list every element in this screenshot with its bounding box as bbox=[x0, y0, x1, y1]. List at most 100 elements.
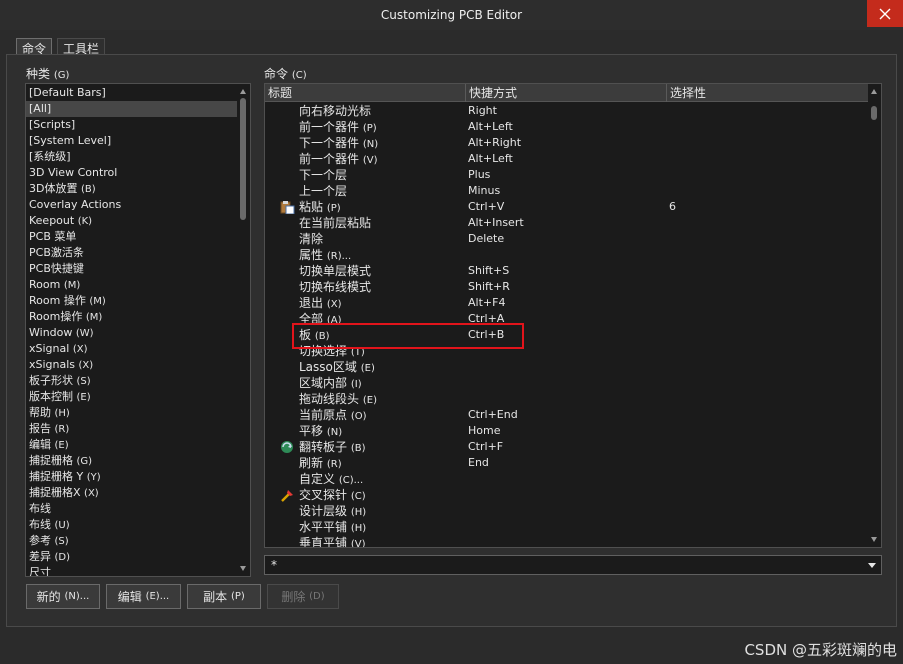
filter-value: * bbox=[271, 558, 277, 572]
command-row[interactable]: 上一个层 Minus bbox=[265, 183, 869, 199]
filter-combobox[interactable]: * bbox=[264, 555, 882, 575]
command-row[interactable]: 粘贴 (P) Ctrl+V 6 bbox=[265, 199, 869, 215]
category-item[interactable]: 差异 (D) bbox=[26, 549, 238, 565]
command-row[interactable]: 交叉探针 (C) bbox=[265, 487, 869, 503]
categories-label: 种类 (G) bbox=[26, 67, 70, 81]
category-item[interactable]: 3D View Control bbox=[26, 165, 238, 181]
category-item[interactable]: 捕捉栅格 Y (Y) bbox=[26, 469, 238, 485]
category-item[interactable]: 捕捉栅格X (X) bbox=[26, 485, 238, 501]
category-item[interactable]: 编辑 (E) bbox=[26, 437, 238, 453]
category-item[interactable]: [Scripts] bbox=[26, 117, 238, 133]
category-item[interactable]: PCB 菜单 bbox=[26, 229, 238, 245]
new-button[interactable]: 新的 (N)... bbox=[26, 584, 100, 609]
command-row[interactable]: 切换单层模式 Shift+S bbox=[265, 263, 869, 279]
column-header-title[interactable]: 标题 bbox=[265, 84, 466, 102]
scroll-down-icon[interactable] bbox=[871, 537, 877, 542]
category-item[interactable]: 捕捉栅格 (G) bbox=[26, 453, 238, 469]
scroll-up-icon[interactable] bbox=[871, 89, 877, 94]
command-row[interactable]: 下一个层 Plus bbox=[265, 167, 869, 183]
command-title: 垂直平铺 (V) bbox=[299, 536, 366, 548]
delete-button[interactable]: 删除 (D) bbox=[267, 584, 339, 609]
category-item[interactable]: 3D体放置 (B) bbox=[26, 181, 238, 197]
category-item[interactable]: Room (M) bbox=[26, 277, 238, 293]
command-row[interactable]: 下一个器件 (N) Alt+Right bbox=[265, 135, 869, 151]
command-row[interactable]: 清除 Delete bbox=[265, 231, 869, 247]
command-shortcut: Ctrl+End bbox=[468, 408, 518, 421]
command-row[interactable]: 垂直平铺 (V) bbox=[265, 535, 869, 548]
close-button[interactable] bbox=[867, 0, 903, 27]
scrollbar-thumb[interactable] bbox=[871, 106, 877, 120]
category-item[interactable]: [Default Bars] bbox=[26, 85, 238, 101]
category-item[interactable]: xSignal (X) bbox=[26, 341, 238, 357]
commands-grid[interactable]: 标题 快捷方式 选择性 向右移动光标 Right 前一个器件 (P) Alt+Lef… bbox=[264, 83, 882, 548]
command-row[interactable]: 前一个器件 (P) Alt+Left bbox=[265, 119, 869, 135]
category-item[interactable]: 参考 (S) bbox=[26, 533, 238, 549]
command-row[interactable]: 切换布线模式 Shift+R bbox=[265, 279, 869, 295]
category-item[interactable]: Room操作 (M) bbox=[26, 309, 238, 325]
categories-scrollbar[interactable] bbox=[237, 84, 250, 576]
command-shortcut: Alt+Insert bbox=[468, 216, 524, 229]
command-shortcut: Alt+Right bbox=[468, 136, 522, 149]
category-item[interactable]: 报告 (R) bbox=[26, 421, 238, 437]
category-item[interactable]: [System Level] bbox=[26, 133, 238, 149]
command-row[interactable]: 在当前层粘贴 Alt+Insert bbox=[265, 215, 869, 231]
command-row[interactable]: 向右移动光标 Right bbox=[265, 103, 869, 119]
watermark: CSDN @五彩斑斓的电 bbox=[744, 641, 897, 659]
category-item[interactable]: Room 操作 (M) bbox=[26, 293, 238, 309]
command-row[interactable]: 区域内部 (I) bbox=[265, 375, 869, 391]
category-item[interactable]: [系统级] bbox=[26, 149, 238, 165]
category-item[interactable]: Keepout (K) bbox=[26, 213, 238, 229]
chevron-down-icon[interactable] bbox=[868, 563, 876, 568]
command-row[interactable]: 自定义 (C)... bbox=[265, 471, 869, 487]
command-row[interactable]: 翻转板子 (B) Ctrl+F bbox=[265, 439, 869, 455]
category-item[interactable]: 板子形状 (S) bbox=[26, 373, 238, 389]
cross-probe-icon bbox=[280, 488, 295, 502]
command-row[interactable]: 属性 (R)... bbox=[265, 247, 869, 263]
category-item[interactable]: 帮助 (H) bbox=[26, 405, 238, 421]
command-shortcut: Shift+R bbox=[468, 280, 510, 293]
command-row[interactable]: 刷新 (R) End bbox=[265, 455, 869, 471]
column-header-shortcut[interactable]: 快捷方式 bbox=[466, 84, 667, 102]
column-header-selectivity[interactable]: 选择性 bbox=[667, 84, 869, 102]
command-row[interactable]: Lasso区域 (E) bbox=[265, 359, 869, 375]
window-title: Customizing PCB Editor bbox=[380, 8, 523, 22]
command-row[interactable]: 拖动线段头 (E) bbox=[265, 391, 869, 407]
categories-list[interactable]: [Default Bars] [All] [Scripts] [System L… bbox=[25, 83, 251, 577]
category-item[interactable]: 布线 bbox=[26, 501, 238, 517]
command-shortcut: Ctrl+F bbox=[468, 440, 504, 453]
command-row[interactable]: 水平平铺 (H) bbox=[265, 519, 869, 535]
command-row[interactable]: 平移 (N) Home bbox=[265, 423, 869, 439]
command-shortcut: Alt+Left bbox=[468, 120, 513, 133]
close-icon bbox=[879, 8, 891, 19]
copy-button[interactable]: 副本 (P) bbox=[187, 584, 261, 609]
scroll-down-icon[interactable] bbox=[240, 566, 246, 571]
command-shortcut: End bbox=[468, 456, 489, 469]
command-shortcut: Minus bbox=[468, 184, 501, 197]
category-item[interactable]: Coverlay Actions bbox=[26, 197, 238, 213]
command-shortcut: Plus bbox=[468, 168, 491, 181]
category-item[interactable]: [All] bbox=[26, 101, 238, 117]
category-item[interactable]: PCB激活条 bbox=[26, 245, 238, 261]
category-item[interactable]: Window (W) bbox=[26, 325, 238, 341]
category-item[interactable]: 尺寸 bbox=[26, 565, 238, 576]
category-item[interactable]: xSignals (X) bbox=[26, 357, 238, 373]
scrollbar-thumb[interactable] bbox=[240, 98, 246, 220]
commands-scrollbar[interactable] bbox=[868, 84, 881, 547]
command-shortcut: Right bbox=[468, 104, 497, 117]
category-item[interactable]: 版本控制 (E) bbox=[26, 389, 238, 405]
flip-board-icon bbox=[280, 440, 295, 454]
command-selectivity: 6 bbox=[669, 200, 676, 213]
command-row[interactable]: 退出 (X) Alt+F4 bbox=[265, 295, 869, 311]
category-item[interactable]: PCB快捷键 bbox=[26, 261, 238, 277]
edit-button[interactable]: 编辑 (E)... bbox=[106, 584, 181, 609]
command-shortcut: Alt+F4 bbox=[468, 296, 506, 309]
tab-toolbars[interactable]: 工具栏 bbox=[57, 38, 106, 56]
scroll-up-icon[interactable] bbox=[240, 89, 246, 94]
command-shortcut: Ctrl+V bbox=[468, 200, 505, 213]
command-row[interactable]: 设计层级 (H) bbox=[265, 503, 869, 519]
command-shortcut: Shift+S bbox=[468, 264, 510, 277]
command-row[interactable]: 前一个器件 (V) Alt+Left bbox=[265, 151, 869, 167]
paste-icon bbox=[280, 200, 295, 215]
command-row[interactable]: 当前原点 (O) Ctrl+End bbox=[265, 407, 869, 423]
category-item[interactable]: 布线 (U) bbox=[26, 517, 238, 533]
